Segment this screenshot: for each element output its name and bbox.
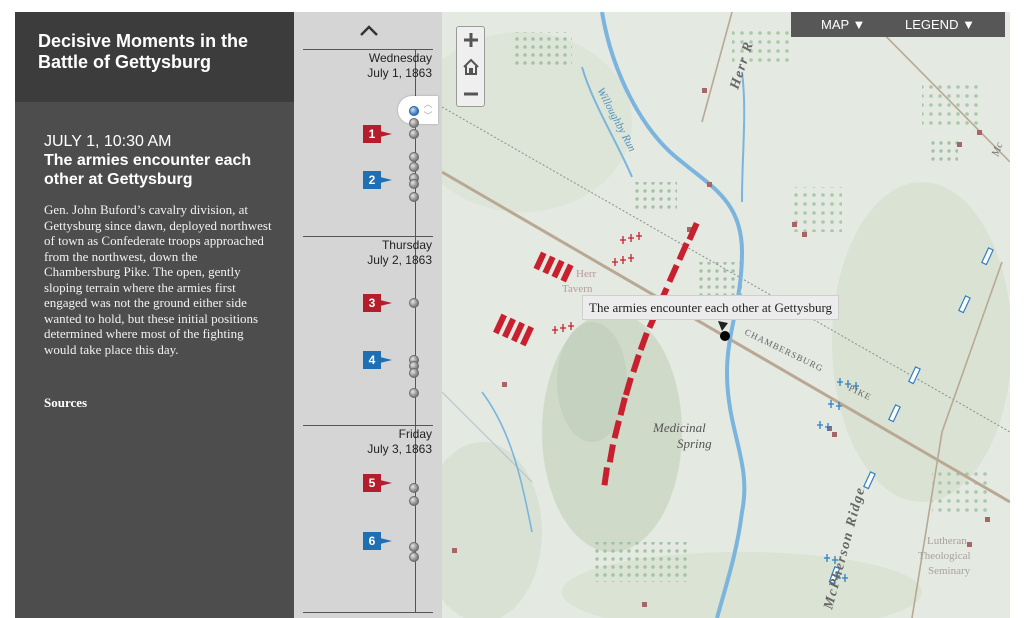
timeline-event-dot[interactable] [409, 542, 419, 552]
seminary-label-1: Lutheran [927, 535, 967, 547]
plus-icon [463, 33, 478, 47]
timeline-event-dot[interactable] [409, 552, 419, 562]
timeline-marker-2[interactable]: 2 [363, 171, 399, 189]
title-bar: Decisive Moments in the Battle of Gettys… [15, 12, 294, 102]
day-divider [303, 236, 433, 237]
herr-tavern-label-1: Herr [576, 268, 596, 280]
day-divider [303, 612, 433, 613]
timeline-event-dot[interactable] [409, 129, 419, 139]
timeline-event-dot-active[interactable] [409, 106, 419, 116]
event-tooltip: The armies encounter each other at Getty… [582, 295, 840, 320]
seminary-label-3: Seminary [928, 565, 971, 577]
event-title: The armies encounter each other at Getty… [44, 152, 252, 188]
sources-link[interactable]: Sources [44, 395, 274, 411]
day-divider [303, 425, 433, 426]
chevron-up-icon[interactable]: ︿ [423, 99, 433, 109]
chambersburg-pike-label: CHAMBERSBURG [743, 327, 825, 374]
timeline-scroll-up-button[interactable] [356, 20, 382, 40]
timeline-event-dot[interactable] [409, 162, 419, 172]
app-title: Decisive Moments in the Battle of Gettys… [38, 31, 249, 72]
timeline-marker-5[interactable]: 5 [363, 474, 399, 492]
map-menu-button[interactable]: MAP ▼ [821, 12, 865, 37]
medicinal-spring-label-1: Medicinal [652, 420, 706, 435]
zoom-in-button[interactable] [457, 27, 484, 53]
timeline-event-dot[interactable] [409, 368, 419, 378]
event-details: JULY 1, 10:30 AM The armies encounter ea… [15, 102, 294, 411]
event-location-marker[interactable] [718, 321, 730, 341]
zoom-controls [456, 26, 485, 107]
timeline-event-dot[interactable] [409, 496, 419, 506]
timeline-marker-4[interactable]: 4 [363, 351, 399, 369]
day-divider [303, 49, 433, 50]
timeline-event-dot[interactable] [409, 388, 419, 398]
home-button[interactable] [457, 54, 484, 80]
day-label-wednesday: Wednesday July 1, 1863 [367, 51, 432, 80]
herr-ridge-label: Herr R [727, 39, 757, 92]
timeline-event-dot[interactable] [409, 298, 419, 308]
chevron-up-icon [360, 25, 378, 36]
timeline-marker-3[interactable]: 3 [363, 294, 399, 312]
home-icon [462, 58, 479, 75]
chevron-down-icon[interactable]: ﹀ [423, 111, 433, 121]
minus-icon [463, 92, 478, 96]
legend-menu-button[interactable]: LEGEND ▼ [905, 12, 975, 37]
timeline-event-dot[interactable] [409, 192, 419, 202]
event-time: JULY 1, 10:30 AM [44, 133, 172, 150]
map-toolbar: MAP ▼ LEGEND ▼ [791, 12, 1005, 37]
sidebar: Decisive Moments in the Battle of Gettys… [15, 12, 294, 618]
timeline-marker-1[interactable]: 1 [363, 125, 399, 143]
timeline: Wednesday July 1, 1863 Thursday July 2, … [294, 12, 442, 618]
day-label-thursday: Thursday July 2, 1863 [367, 238, 432, 267]
zoom-out-button[interactable] [457, 81, 484, 107]
timeline-event-dot[interactable] [409, 152, 419, 162]
event-description: Gen. John Buford’s cavalry division, at … [44, 202, 272, 357]
timeline-marker-6[interactable]: 6 [363, 532, 399, 550]
seminary-label-2: Theological [918, 550, 971, 562]
timeline-event-dot[interactable] [409, 483, 419, 493]
medicinal-spring-label-2: Spring [677, 436, 712, 451]
timeline-event-dot[interactable] [409, 118, 419, 128]
day-label-friday: Friday July 3, 1863 [367, 427, 432, 456]
herr-tavern-label-2: Tavern [562, 283, 593, 295]
timeline-event-dot[interactable] [409, 179, 419, 189]
